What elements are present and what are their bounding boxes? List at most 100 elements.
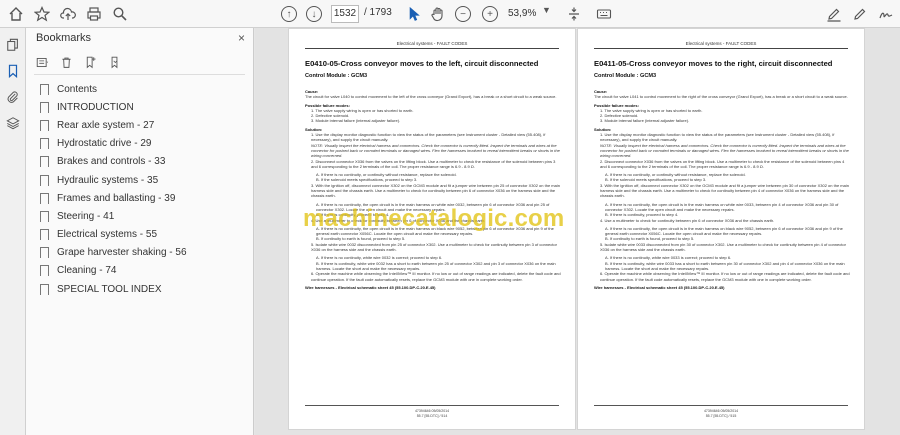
bookmark-item[interactable]: Rear axle system - 27 bbox=[40, 116, 187, 134]
bookmark-label: Contents bbox=[57, 83, 98, 95]
delete-icon[interactable] bbox=[58, 54, 74, 70]
next-page-icon[interactable]: ↓ bbox=[306, 6, 322, 22]
bookmark-icon bbox=[40, 283, 49, 296]
failure-3: 3. Module internal failure (internal adj… bbox=[600, 118, 690, 124]
step-5b: B. If there is continuity, white wire 00… bbox=[605, 260, 845, 271]
bookmark-label: Rear axle system - 27 bbox=[57, 119, 155, 131]
header-rule bbox=[305, 48, 559, 49]
bookmark-label: Electrical systems - 55 bbox=[57, 229, 158, 241]
panel-title: Bookmarks bbox=[36, 32, 92, 44]
cause-text: The circuit for valve L040 to control mo… bbox=[305, 94, 557, 100]
close-icon[interactable]: × bbox=[238, 31, 245, 45]
bookmark-icon bbox=[40, 247, 49, 260]
bookmark-item[interactable]: Hydraulic systems - 35 bbox=[40, 171, 187, 189]
step-5b: B. If there is continuity, white wire 00… bbox=[316, 260, 556, 271]
panel-divider bbox=[34, 74, 245, 75]
step-4a: A. If there is no continuity, the open c… bbox=[605, 225, 843, 237]
comment-pen-icon[interactable] bbox=[850, 4, 870, 24]
bookmark-tools bbox=[34, 54, 122, 70]
bookmark-icon bbox=[40, 229, 49, 242]
fault-title: E0410-05-Cross conveyor moves to the lef… bbox=[305, 59, 539, 68]
upload-cloud-icon[interactable] bbox=[58, 4, 78, 24]
bookmark-item[interactable]: Cleaning - 74 bbox=[40, 262, 187, 280]
wire-harness-ref[interactable]: Wire harnesses - Electrical schematic sh… bbox=[594, 285, 850, 290]
page-number-input[interactable]: 1532 bbox=[331, 5, 359, 23]
wire-harness-ref[interactable]: Wire harnesses - Electrical schematic sh… bbox=[305, 285, 561, 290]
step-2: 2. Disconnect connector X036 from the va… bbox=[311, 158, 556, 169]
bookmark-label: Grape harvester shaking - 56 bbox=[57, 247, 187, 259]
bookmark-label: Hydrostatic drive - 29 bbox=[57, 138, 152, 150]
attachment-icon[interactable] bbox=[4, 88, 22, 106]
bookmark-label: Frames and ballasting - 39 bbox=[57, 192, 176, 204]
page-footer: 47394646 05/05/2014 55.7 [55.DTC] / 514 bbox=[289, 409, 575, 418]
bookmark-item[interactable]: Contents bbox=[40, 80, 187, 98]
new-bookmark-icon[interactable] bbox=[82, 54, 98, 70]
page-header: Electrical systems - FAULT CODES bbox=[396, 41, 468, 46]
step-1: 1. Use the display monitor diagnostic fu… bbox=[311, 132, 546, 143]
options-menu-icon[interactable] bbox=[34, 54, 50, 70]
expand-bookmark-icon[interactable] bbox=[106, 54, 122, 70]
step-5: 5. Isolate white wire 0033 disconnected … bbox=[600, 241, 846, 253]
bookmark-label: Hydraulic systems - 35 bbox=[57, 174, 159, 186]
step-3: 3. With the ignition off, disconnect con… bbox=[600, 182, 849, 199]
bookmark-item[interactable]: Frames and ballasting - 39 bbox=[40, 189, 187, 207]
select-cursor-icon[interactable] bbox=[404, 4, 424, 24]
bookmark-item[interactable]: INTRODUCTION bbox=[40, 98, 187, 116]
zoom-in-icon[interactable]: + bbox=[482, 6, 498, 22]
edit-link-icon[interactable] bbox=[824, 4, 844, 24]
control-module: Control Module : GCM3 bbox=[305, 73, 368, 79]
bookmark-icon bbox=[40, 138, 49, 151]
sign-icon[interactable] bbox=[876, 4, 896, 24]
bookmark-icon bbox=[40, 174, 49, 187]
control-module: Control Module : GCM3 bbox=[594, 73, 657, 79]
bookmark-label: SPECIAL TOOL INDEX bbox=[57, 283, 162, 295]
bookmark-label: Cleaning - 74 bbox=[57, 265, 117, 277]
note: NOTE: Visually inspect the electrical ha… bbox=[311, 142, 560, 159]
star-icon[interactable] bbox=[32, 4, 52, 24]
zoom-out-icon[interactable]: − bbox=[455, 6, 471, 22]
page-footer: 47394646 05/05/2014 55.7 [55.DTC] / 515 bbox=[578, 409, 864, 418]
step-1: 1. Use the display monitor diagnostic fu… bbox=[600, 132, 835, 143]
pdf-page-right: Electrical systems - FAULT CODES E0411-0… bbox=[577, 28, 865, 430]
hand-tool-icon[interactable] bbox=[428, 4, 448, 24]
page-fit-icon[interactable] bbox=[564, 4, 584, 24]
bookmark-item[interactable]: Electrical systems - 55 bbox=[40, 226, 187, 244]
watermark: machinecatalogic.com bbox=[303, 205, 565, 232]
bookmark-icon[interactable] bbox=[4, 62, 22, 80]
home-icon[interactable] bbox=[6, 4, 26, 24]
note: NOTE: Visually inspect the electrical ha… bbox=[600, 142, 849, 159]
bookmark-icon bbox=[40, 156, 49, 169]
bookmark-item[interactable]: Brakes and controls - 33 bbox=[40, 153, 187, 171]
step-3a: A. If there is no continuity, the open c… bbox=[605, 201, 839, 212]
bookmark-label: Steering - 41 bbox=[57, 210, 115, 222]
step-3: 3. With the ignition off, disconnect con… bbox=[311, 182, 560, 199]
header-rule bbox=[594, 48, 848, 49]
bookmark-icon bbox=[40, 119, 49, 132]
fault-title: E0411-05-Cross conveyor moves to the rig… bbox=[594, 59, 833, 68]
bookmark-icon bbox=[40, 192, 49, 205]
cause-text: The circuit for valve L041 to control mo… bbox=[594, 94, 848, 100]
footer-page-ref: 55.7 [55.DTC] / 514 bbox=[416, 413, 448, 418]
step-5: 5. Isolate white wire 0032 disconnected … bbox=[311, 241, 557, 253]
footer-rule bbox=[305, 405, 559, 406]
keyboard-icon[interactable] bbox=[594, 4, 614, 24]
bookmark-item[interactable]: SPECIAL TOOL INDEX bbox=[40, 280, 187, 298]
footer-rule bbox=[594, 405, 848, 406]
print-icon[interactable] bbox=[84, 4, 104, 24]
bookmark-item[interactable]: Hydrostatic drive - 29 bbox=[40, 135, 187, 153]
bookmarks-panel: Bookmarks × Contents INTRODUCTION Rear a… bbox=[26, 28, 254, 435]
page-body: Cause: The circuit for valve L041 to con… bbox=[594, 86, 850, 290]
bookmark-label: INTRODUCTION bbox=[57, 101, 134, 113]
toolbar: ↑ ↓ 1532 / 1793 − + 53,9% ▼ bbox=[0, 0, 900, 28]
layers-icon[interactable] bbox=[4, 114, 22, 132]
pages-thumbnail-icon[interactable] bbox=[4, 36, 22, 54]
step-6: 6. Operate the machine while observing t… bbox=[311, 271, 561, 282]
bookmark-item[interactable]: Grape harvester shaking - 56 bbox=[40, 244, 187, 262]
page-body: Cause: The circuit for valve L040 to con… bbox=[305, 86, 561, 290]
bookmark-item[interactable]: Steering - 41 bbox=[40, 207, 187, 225]
previous-page-icon[interactable]: ↑ bbox=[281, 6, 297, 22]
bookmark-icon bbox=[40, 265, 49, 278]
bookmark-icon bbox=[40, 83, 49, 96]
search-icon[interactable] bbox=[110, 4, 130, 24]
chevron-down-icon[interactable]: ▼ bbox=[542, 5, 551, 15]
